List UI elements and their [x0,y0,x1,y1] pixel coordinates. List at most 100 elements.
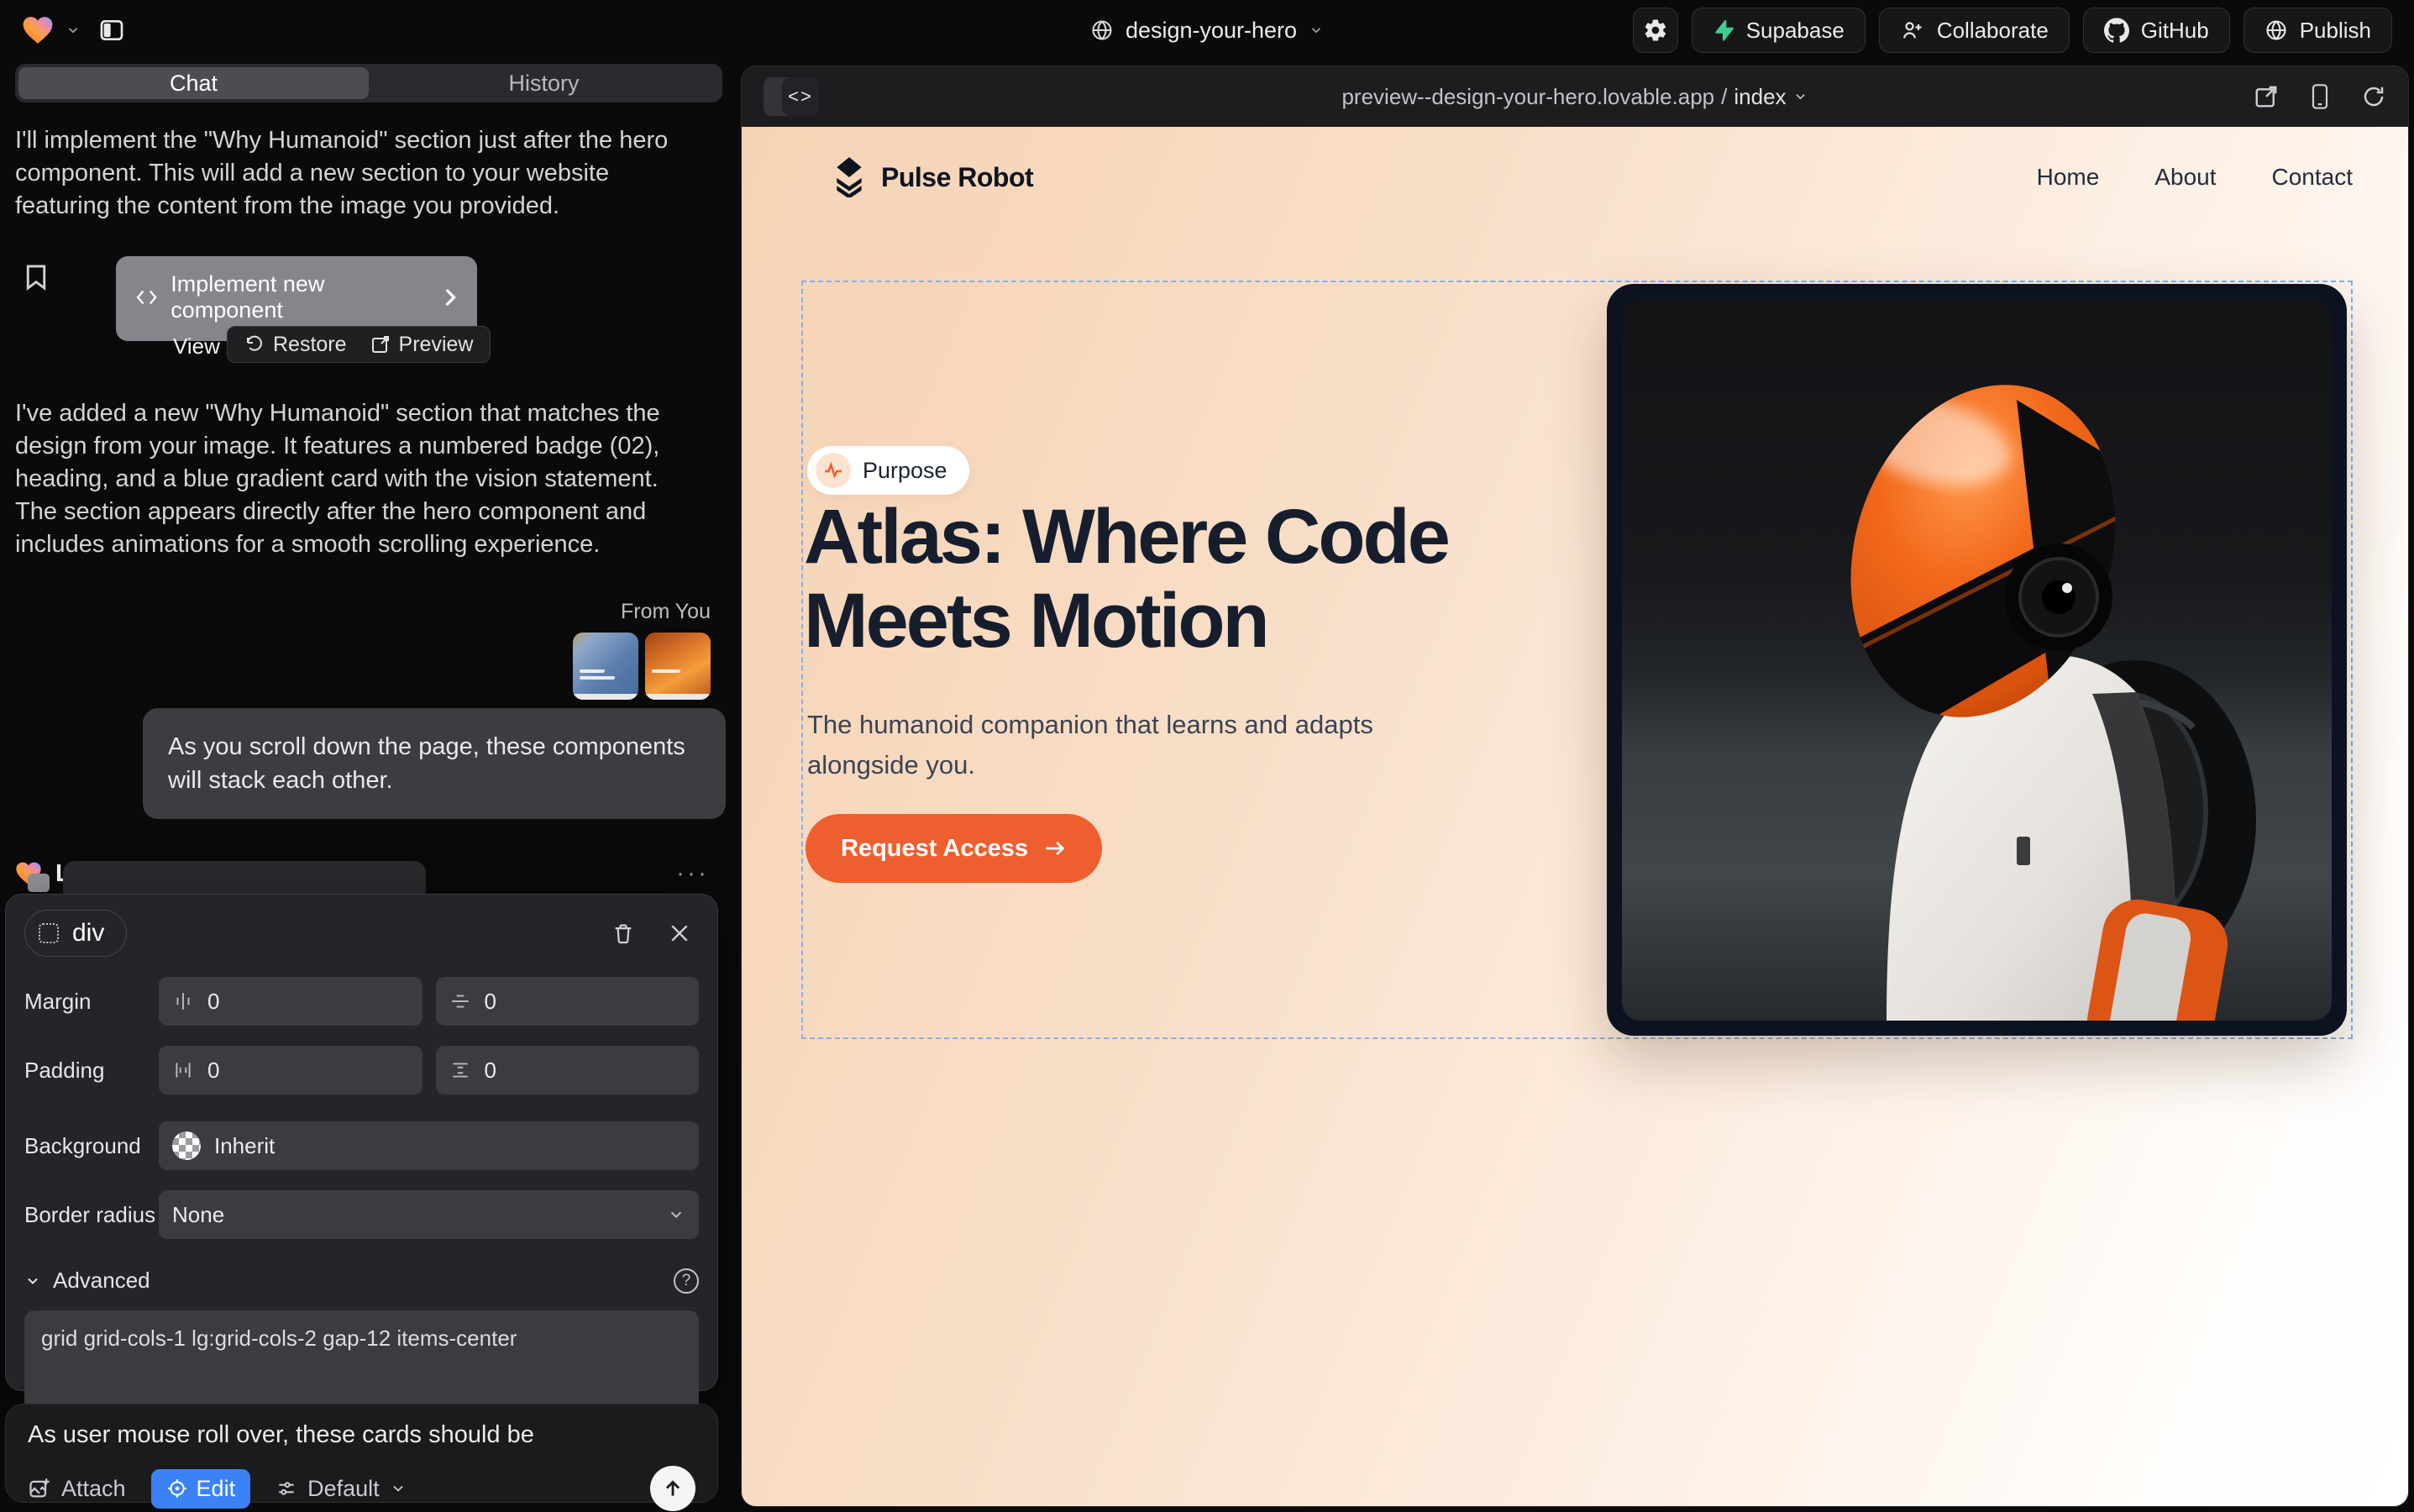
selected-element-pill[interactable]: div [24,910,127,957]
chat-composer[interactable]: As user mouse roll over, these cards sho… [5,1404,718,1503]
margin-label: Margin [24,989,159,1015]
composer-input[interactable]: As user mouse roll over, these cards sho… [28,1421,695,1449]
open-preview-icon [370,334,391,354]
project-name: design-your-hero [1126,18,1297,44]
hidden-card-icon [28,874,50,892]
arrow-right-icon [1043,838,1067,858]
preview-url-page: index [1734,84,1786,110]
refresh-icon[interactable] [2361,84,2386,109]
sidebar-toggle-button[interactable] [92,11,131,50]
pulse-icon [822,459,844,481]
supabase-button[interactable]: Supabase [1692,8,1866,53]
padding-x-input[interactable]: 0 [159,1046,422,1095]
preview-url[interactable]: preview--design-your-hero.lovable.app / … [1341,84,1808,110]
topbar: design-your-hero Supabase Collaborate Gi… [0,0,2414,60]
background-input[interactable]: Inherit [159,1121,699,1170]
padding-vertical-icon [449,1059,471,1081]
chevron-down-icon [667,1205,685,1224]
collaborate-button[interactable]: Collaborate [1879,8,2070,53]
preview-url-host: preview--design-your-hero.lovable.app [1341,84,1714,110]
margin-vertical-icon [449,990,471,1012]
supabase-label: Supabase [1746,18,1845,44]
background-label: Background [24,1133,159,1159]
border-radius-select[interactable]: None [159,1190,699,1239]
site-nav: Home About Contact [2037,164,2353,191]
close-icon[interactable] [669,922,690,944]
site-brand[interactable]: Pulse Robot [831,157,1033,197]
mobile-view-icon[interactable] [2309,83,2331,110]
site-preview: Pulse Robot Home About Contact Purpose A… [742,127,2408,1506]
github-button[interactable]: GitHub [2083,8,2230,53]
nav-home[interactable]: Home [2037,164,2100,191]
code-icon [136,288,157,307]
chat-mode-select[interactable]: Default [276,1476,407,1502]
hero-subtitle: The humanoid companion that learns and a… [807,705,1429,785]
help-icon[interactable]: ? [674,1268,699,1294]
assistant-message: I'll implement the "Why Humanoid" sectio… [15,124,700,223]
restore-icon [244,334,265,354]
send-arrow-icon [662,1478,684,1499]
message-menu-button[interactable]: ··· [676,859,709,888]
nav-contact[interactable]: Contact [2272,164,2354,191]
from-you-block: From You [15,600,722,700]
globe-icon [1090,18,1114,42]
edit-target-icon [166,1478,188,1499]
padding-y-input[interactable]: 0 [436,1046,700,1095]
tab-history[interactable]: History [369,67,719,99]
code-toggle-icon: <> [782,77,819,116]
tab-chat[interactable]: Chat [18,67,369,99]
robot-image [1622,299,2332,1021]
margin-horizontal-icon [172,990,194,1012]
hero-robot-card [1607,284,2347,1036]
publish-globe-icon [2264,18,2288,42]
preview-window: <> preview--design-your-hero.lovable.app… [741,66,2409,1507]
sidebar-toggle-icon [98,17,125,44]
project-switcher[interactable]: design-your-hero [1090,0,1324,60]
preview-button[interactable]: Preview [370,333,474,357]
edit-mode-chip[interactable]: Edit [151,1469,251,1509]
chevron-down-icon [390,1480,407,1497]
publish-label: Publish [2300,18,2371,44]
supabase-icon [1713,18,1734,42]
nav-about[interactable]: About [2154,164,2216,191]
publish-button[interactable]: Publish [2243,8,2392,53]
bookmark-icon[interactable] [25,263,47,291]
attachment-thumbnail-blue[interactable] [573,633,638,700]
preview-toolbar: <> preview--design-your-hero.lovable.app… [742,66,2408,127]
request-access-button[interactable]: Request Access [806,814,1102,883]
from-you-label: From You [621,600,711,624]
pulse-robot-logo-icon [831,157,868,197]
assistant-message: I've added a new "Why Humanoid" section … [15,397,700,561]
margin-y-input[interactable]: 0 [436,977,700,1026]
collaborate-label: Collaborate [1937,18,2049,44]
github-icon [2104,18,2129,43]
hero-heading: Atlas: Where Code Meets Motion [804,495,1448,663]
github-label: GitHub [2141,18,2209,44]
trash-icon[interactable] [611,921,635,946]
chevron-right-icon [443,287,457,307]
chevron-down-icon[interactable] [66,23,81,38]
purpose-badge: Purpose [807,446,969,495]
element-tag: div [72,919,104,948]
action-card-row: Implement new component View code Restor… [15,256,722,360]
code-view-toggle[interactable]: <> [764,77,819,116]
send-button[interactable] [650,1466,695,1511]
advanced-classes-textarea[interactable]: grid grid-cols-1 lg:grid-cols-2 gap-12 i… [24,1310,699,1413]
attachment-thumbnail-orange[interactable] [645,633,711,700]
chat-history-tabs: Chat History [15,64,722,102]
user-message-bubble: As you scroll down the page, these compo… [143,708,726,819]
lovable-heart-icon[interactable] [22,15,54,45]
advanced-section-header[interactable]: Advanced ? [24,1268,699,1294]
transparency-icon [172,1131,201,1160]
element-inspector-panel: div Margin 0 0 [5,894,718,1391]
default-sliders-icon [276,1478,297,1499]
padding-horizontal-icon [172,1059,194,1081]
chevron-down-icon [1309,23,1324,38]
restore-button[interactable]: Restore [244,333,347,357]
attach-button[interactable]: Attach [28,1476,126,1502]
margin-x-input[interactable]: 0 [159,977,422,1026]
open-in-new-tab-icon[interactable] [2254,84,2279,109]
purpose-badge-label: Purpose [863,458,947,484]
chevron-down-icon [1793,89,1808,104]
settings-button[interactable] [1633,8,1678,53]
